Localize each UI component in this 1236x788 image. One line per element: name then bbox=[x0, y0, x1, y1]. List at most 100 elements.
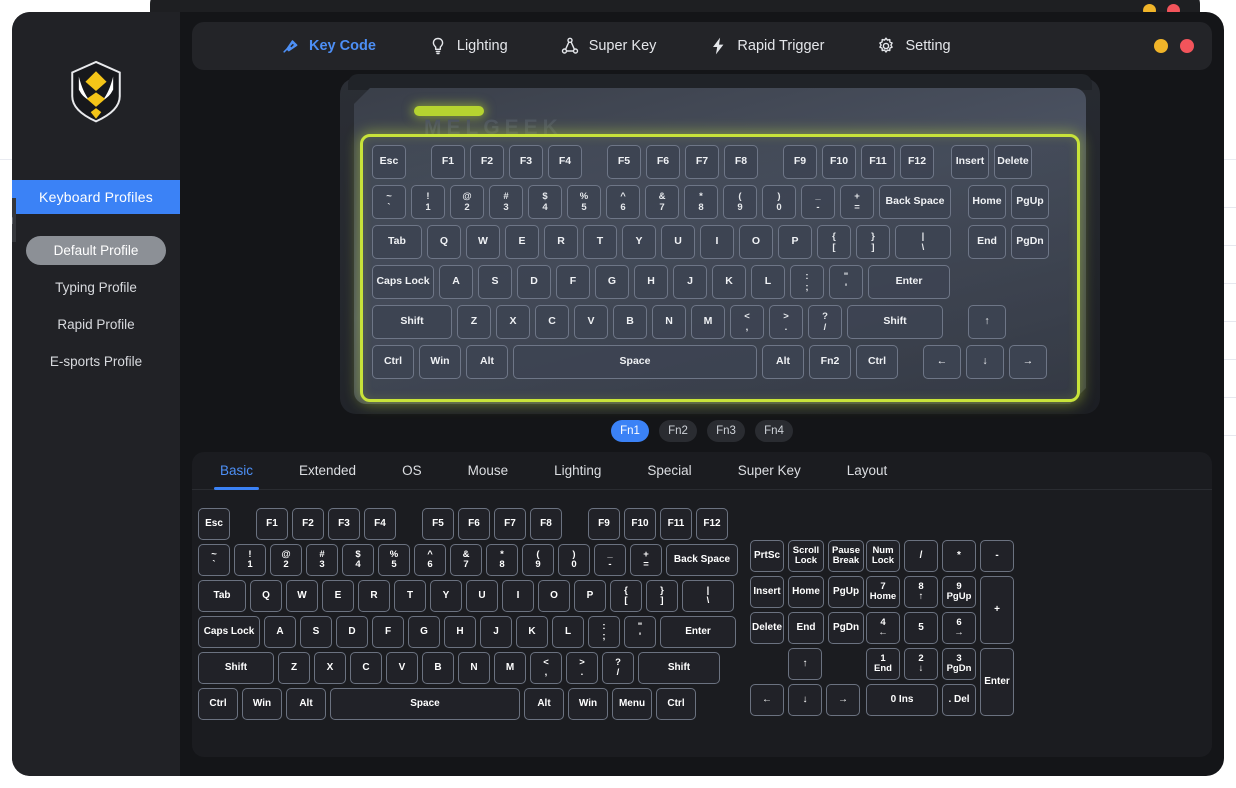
key-d[interactable]: D bbox=[517, 265, 551, 299]
key-9[interactable]: (9 bbox=[522, 544, 554, 576]
key-z[interactable]: Z bbox=[457, 305, 491, 339]
key-3[interactable]: #3 bbox=[489, 185, 523, 219]
key-enter[interactable]: Enter bbox=[980, 648, 1014, 716]
key-f7[interactable]: F7 bbox=[685, 145, 719, 179]
key-f6[interactable]: F6 bbox=[458, 508, 490, 540]
key-sym[interactable]: → bbox=[1009, 345, 1047, 379]
key-sym[interactable]: * bbox=[942, 540, 976, 572]
key-a[interactable]: A bbox=[439, 265, 473, 299]
key-f10[interactable]: F10 bbox=[822, 145, 856, 179]
key-end[interactable]: End bbox=[788, 612, 824, 644]
key-i[interactable]: I bbox=[700, 225, 734, 259]
key-7[interactable]: & 7 bbox=[645, 185, 679, 219]
key-win[interactable]: Win bbox=[419, 345, 461, 379]
key-g[interactable]: G bbox=[408, 616, 440, 648]
key-f2[interactable]: F2 bbox=[470, 145, 504, 179]
key-alt[interactable]: Alt bbox=[286, 688, 326, 720]
key-e[interactable]: E bbox=[322, 580, 354, 612]
key-f1[interactable]: F1 bbox=[256, 508, 288, 540]
key-caps-lock[interactable]: Caps Lock bbox=[372, 265, 434, 299]
key-sym[interactable]: + = bbox=[840, 185, 874, 219]
key-menu[interactable]: Menu bbox=[612, 688, 652, 720]
tab-layout[interactable]: Layout bbox=[847, 452, 888, 490]
key-sym[interactable]: :; bbox=[588, 616, 620, 648]
key-sym[interactable]: <, bbox=[530, 652, 562, 684]
tab-special[interactable]: Special bbox=[647, 452, 691, 490]
key-f11[interactable]: F11 bbox=[861, 145, 895, 179]
key-i[interactable]: I bbox=[502, 580, 534, 612]
key-alt[interactable]: Alt bbox=[762, 345, 804, 379]
key-sym[interactable]: - bbox=[980, 540, 1014, 572]
key-sym[interactable]: ← bbox=[923, 345, 961, 379]
key-f4[interactable]: F4 bbox=[364, 508, 396, 540]
key-ctrl[interactable]: Ctrl bbox=[198, 688, 238, 720]
key-sym[interactable]: {[ bbox=[817, 225, 851, 259]
key-tab[interactable]: Tab bbox=[198, 580, 246, 612]
fn-layer-fn4[interactable]: Fn4 bbox=[755, 420, 793, 442]
key-t[interactable]: T bbox=[394, 580, 426, 612]
key-sym[interactable]: ↑ bbox=[968, 305, 1006, 339]
tab-os[interactable]: OS bbox=[402, 452, 422, 490]
key-n[interactable]: N bbox=[652, 305, 686, 339]
key-pause-break[interactable]: Pause Break bbox=[828, 540, 864, 572]
key-sym[interactable]: " ' bbox=[829, 265, 863, 299]
key-back-space[interactable]: Back Space bbox=[666, 544, 738, 576]
key-f7[interactable]: F7 bbox=[494, 508, 526, 540]
key-insert[interactable]: Insert bbox=[951, 145, 989, 179]
key-e[interactable]: E bbox=[505, 225, 539, 259]
key-sym[interactable]: " ' bbox=[624, 616, 656, 648]
key-esc[interactable]: Esc bbox=[198, 508, 230, 540]
key-x[interactable]: X bbox=[314, 652, 346, 684]
tab-extended[interactable]: Extended bbox=[299, 452, 356, 490]
key-win[interactable]: Win bbox=[242, 688, 282, 720]
profile-item-esports[interactable]: E-sports Profile bbox=[26, 347, 166, 376]
key-f9[interactable]: F9 bbox=[588, 508, 620, 540]
key-sym[interactable]: }] bbox=[646, 580, 678, 612]
key-2[interactable]: @2 bbox=[270, 544, 302, 576]
key-9-pgup[interactable]: 9 PgUp bbox=[942, 576, 976, 608]
key-p[interactable]: P bbox=[574, 580, 606, 612]
key-pgup[interactable]: PgUp bbox=[1011, 185, 1049, 219]
key-h[interactable]: H bbox=[634, 265, 668, 299]
fn-layer-fn1[interactable]: Fn1 bbox=[611, 420, 649, 442]
key-y[interactable]: Y bbox=[430, 580, 462, 612]
key-n[interactable]: N bbox=[458, 652, 490, 684]
key-7-home[interactable]: 7 Home bbox=[866, 576, 900, 608]
window-close-button[interactable] bbox=[1180, 39, 1194, 53]
key-sym[interactable]: <, bbox=[730, 305, 764, 339]
key-pgdn[interactable]: PgDn bbox=[828, 612, 864, 644]
key-c[interactable]: C bbox=[350, 652, 382, 684]
key-sym[interactable]: + bbox=[980, 576, 1014, 644]
key-end[interactable]: End bbox=[968, 225, 1006, 259]
key-2[interactable]: @2 bbox=[450, 185, 484, 219]
key-1[interactable]: ! 1 bbox=[234, 544, 266, 576]
key-f12[interactable]: F12 bbox=[696, 508, 728, 540]
key-g[interactable]: G bbox=[595, 265, 629, 299]
key-tab[interactable]: Tab bbox=[372, 225, 422, 259]
key-sym[interactable]: ↓ bbox=[788, 684, 822, 716]
key-k[interactable]: K bbox=[516, 616, 548, 648]
key-sym[interactable]: ? / bbox=[808, 305, 842, 339]
key-1-end[interactable]: 1 End bbox=[866, 648, 900, 680]
key-h[interactable]: H bbox=[444, 616, 476, 648]
key-0-ins[interactable]: 0 Ins bbox=[866, 684, 938, 716]
key-f5[interactable]: F5 bbox=[607, 145, 641, 179]
nav-item-super-key[interactable]: Super Key bbox=[560, 36, 656, 56]
key-c[interactable]: C bbox=[535, 305, 569, 339]
key-r[interactable]: R bbox=[544, 225, 578, 259]
key-delete[interactable]: Delete bbox=[750, 612, 784, 644]
window-minimize-button[interactable] bbox=[1154, 39, 1168, 53]
key-prtsc[interactable]: PrtSc bbox=[750, 540, 784, 572]
key-3[interactable]: #3 bbox=[306, 544, 338, 576]
key-alt[interactable]: Alt bbox=[524, 688, 564, 720]
key-f3[interactable]: F3 bbox=[509, 145, 543, 179]
key-8[interactable]: * 8 bbox=[486, 544, 518, 576]
sidebar-header-keyboard-profiles[interactable]: Keyboard Profiles bbox=[12, 180, 180, 214]
key-r[interactable]: R bbox=[358, 580, 390, 612]
key-sym[interactable]: / bbox=[904, 540, 938, 572]
key-pgdn[interactable]: PgDn bbox=[1011, 225, 1049, 259]
key-home[interactable]: Home bbox=[788, 576, 824, 608]
key-p[interactable]: P bbox=[778, 225, 812, 259]
nav-item-rapid-trigger[interactable]: Rapid Trigger bbox=[708, 36, 824, 56]
key-f10[interactable]: F10 bbox=[624, 508, 656, 540]
